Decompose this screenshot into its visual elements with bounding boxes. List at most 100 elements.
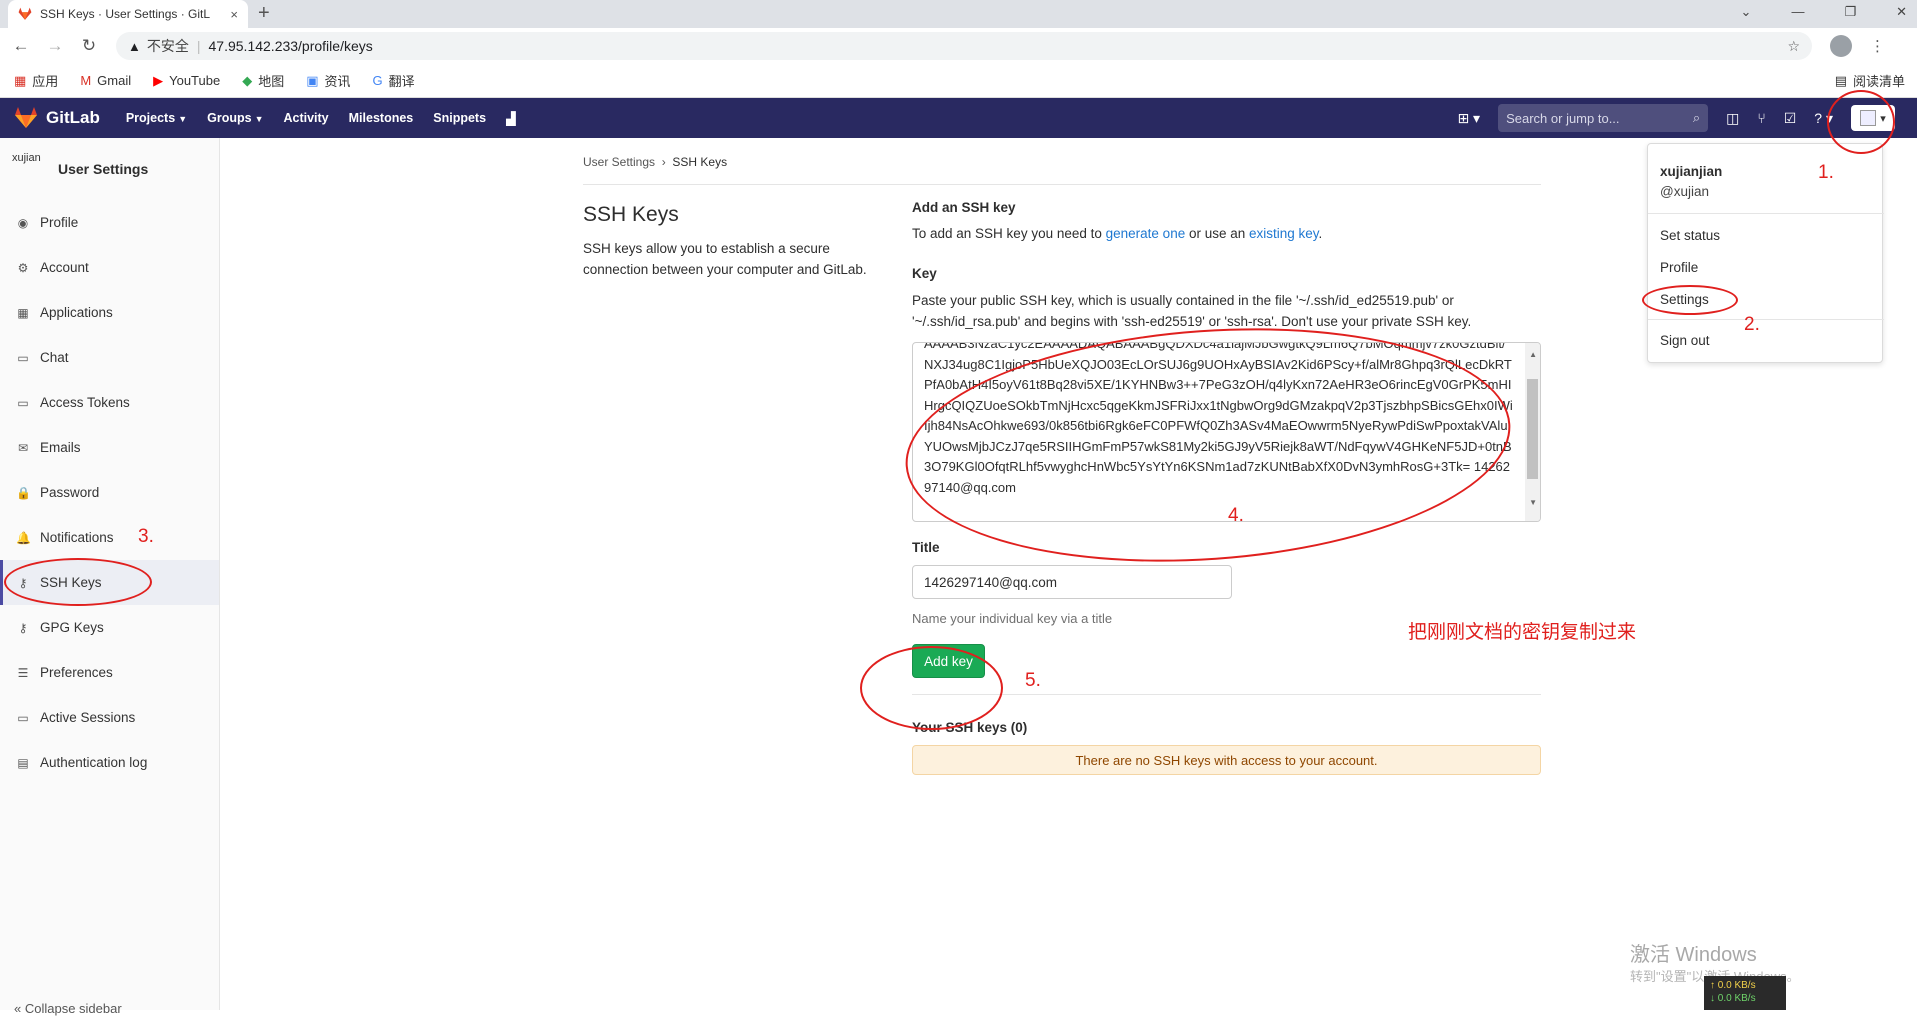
browser-menu-icon[interactable]: ⋮ xyxy=(1870,37,1885,55)
annotation-label-5: 5. xyxy=(1025,670,1041,691)
bookmark-item[interactable]: ▶ YouTube xyxy=(153,73,220,89)
title-input[interactable]: 1426297140@qq.com xyxy=(912,565,1232,599)
chevron-down-icon: ▼ xyxy=(178,113,188,124)
warning-icon[interactable]: ▲ xyxy=(128,39,141,54)
sidebar-item-applications[interactable]: ▦ Applications xyxy=(0,290,219,335)
bookmark-label: 资讯 xyxy=(324,74,351,89)
nav-groups[interactable]: Groups ▼ xyxy=(207,111,263,126)
search-input[interactable]: Search or jump to... ⌕ xyxy=(1498,104,1709,132)
minimize-icon[interactable]: — xyxy=(1791,4,1804,20)
generate-one-link[interactable]: generate one xyxy=(1106,226,1186,241)
annotation-label-1: 1. xyxy=(1818,162,1834,183)
bookmark-item[interactable]: ▣ 资讯 xyxy=(306,71,350,90)
issues-icon[interactable]: ◫ xyxy=(1726,110,1739,127)
brand-name: GitLab xyxy=(46,108,100,127)
sidebar-item-label: Chat xyxy=(40,350,69,365)
account-icon: ⚙ xyxy=(17,260,29,275)
scroll-down-icon[interactable]: ▼ xyxy=(1529,493,1537,514)
email-icon: ✉ xyxy=(17,440,29,455)
divider xyxy=(1648,319,1884,320)
reading-list-icon: ▤ xyxy=(1834,72,1847,88)
sidebar-header[interactable]: xujian User Settings xyxy=(0,138,219,200)
bookmark-star-icon[interactable]: ☆ xyxy=(1787,38,1800,55)
sidebar-item-authentication-log[interactable]: ▤ Authentication log xyxy=(0,740,219,785)
profile-avatar-icon[interactable] xyxy=(1830,35,1852,57)
scroll-up-icon[interactable]: ▲ xyxy=(1529,345,1537,366)
monitor-icon: ▭ xyxy=(17,710,29,725)
sidebar-item-gpg-keys[interactable]: ⚷ GPG Keys xyxy=(0,605,219,650)
gitlab-fox-icon xyxy=(15,107,37,128)
bookmark-item[interactable]: M Gmail xyxy=(80,73,131,88)
tab-close-icon[interactable]: × xyxy=(230,7,238,22)
sidebar-item-label: Applications xyxy=(40,305,113,320)
bell-icon: 🔔 xyxy=(16,530,31,545)
page-description: SSH keys allow you to establish a secure… xyxy=(583,241,867,277)
bookmark-label: YouTube xyxy=(169,73,221,88)
sidebar-item-password[interactable]: 🔒 Password xyxy=(0,470,219,515)
youtube-icon: ▶ xyxy=(153,72,164,88)
sidebar-item-account[interactable]: ⚙ Account xyxy=(0,245,219,290)
reading-list[interactable]: ▤ 阅读清单 xyxy=(1835,71,1905,90)
bookmark-item[interactable]: ▦ 应用 xyxy=(14,71,58,90)
scrollbar-thumb[interactable] xyxy=(1527,379,1538,479)
user-dropdown: xujianjian @xujian Set status Profile Se… xyxy=(1647,143,1884,363)
breadcrumb-parent[interactable]: User Settings xyxy=(583,155,655,169)
browser-tabstrip: SSH Keys · User Settings · GitL × + ⌄ — … xyxy=(0,0,1917,28)
sidebar-item-label: Account xyxy=(40,260,89,275)
nav-activity[interactable]: Activity xyxy=(283,111,328,126)
bookmark-item[interactable]: ◆ 地图 xyxy=(242,71,284,90)
nav-projects[interactable]: Projects ▼ xyxy=(126,111,187,126)
bookmark-label: 翻译 xyxy=(388,74,415,89)
map-icon: ◆ xyxy=(242,72,253,88)
chart-icon[interactable]: ▟ xyxy=(506,111,516,126)
sidebar-item-label: Profile xyxy=(40,215,79,230)
gitlab-logo[interactable]: GitLab xyxy=(14,107,100,129)
omnibox-separator: | xyxy=(196,38,201,54)
omnibox[interactable]: ▲ 不安全 | 47.95.142.233/profile/keys ☆ xyxy=(116,32,1812,60)
browser-tab[interactable]: SSH Keys · User Settings · GitL × xyxy=(8,0,248,28)
sidebar-item-active-sessions[interactable]: ▭ Active Sessions xyxy=(0,695,219,740)
sidebar-item-chat[interactable]: ▭ Chat xyxy=(0,335,219,380)
forward-icon[interactable]: → xyxy=(42,36,68,56)
sidebar-item-notifications[interactable]: 🔔 Notifications xyxy=(0,515,219,560)
apps-grid-icon: ▦ xyxy=(14,72,27,88)
key-icon: ⚷ xyxy=(18,620,28,635)
sidebar-title: User Settings xyxy=(58,161,149,177)
translate-icon: G xyxy=(372,73,383,88)
new-tab-button[interactable]: + xyxy=(258,2,270,25)
back-icon[interactable]: ← xyxy=(8,36,34,56)
intro-post: . xyxy=(1318,226,1323,241)
annotation-ellipse-3 xyxy=(4,558,152,606)
title-input-value: 1426297140@qq.com xyxy=(924,574,1058,590)
key-hint: Paste your public SSH key, which is usua… xyxy=(912,293,1472,329)
divider xyxy=(1648,213,1884,214)
url-text[interactable]: 47.95.142.233/profile/keys xyxy=(209,38,373,54)
menu-item-sign-out[interactable]: Sign out xyxy=(1660,333,1710,348)
sidebar-item-preferences[interactable]: ☰ Preferences xyxy=(0,650,219,695)
log-icon: ▤ xyxy=(17,755,29,770)
tab-search-icon[interactable]: ⌄ xyxy=(1741,4,1752,20)
intro-mid: or use an xyxy=(1185,226,1250,241)
menu-item-set-status[interactable]: Set status xyxy=(1660,228,1720,243)
intro-pre: To add an SSH key you need to xyxy=(912,226,1106,241)
new-plus-icon[interactable]: ⊞ ▾ xyxy=(1457,110,1480,127)
nav-snippets[interactable]: Snippets xyxy=(433,111,486,126)
bookmark-item[interactable]: G 翻译 xyxy=(373,71,415,90)
reload-icon[interactable]: ↻ xyxy=(76,36,102,56)
existing-key-link[interactable]: existing key xyxy=(1249,226,1319,241)
sidebar-item-access-tokens[interactable]: ▭ Access Tokens xyxy=(0,380,219,425)
activation-watermark: 激活 Windows xyxy=(1630,944,1757,966)
breadcrumb-separator: › xyxy=(658,155,670,169)
dropdown-username[interactable]: xujianjian xyxy=(1660,164,1722,179)
todo-icon[interactable]: ☑ xyxy=(1784,110,1797,127)
merge-request-icon[interactable]: ⑂ xyxy=(1757,110,1765,126)
restore-icon[interactable]: ❐ xyxy=(1844,4,1856,20)
sidebar-item-emails[interactable]: ✉ Emails xyxy=(0,425,219,470)
nav-milestones[interactable]: Milestones xyxy=(349,111,414,126)
collapse-sidebar-button[interactable]: « Collapse sidebar xyxy=(14,1001,122,1016)
sidebar-item-profile[interactable]: ◉ Profile xyxy=(0,200,219,245)
page-title: SSH Keys xyxy=(583,203,679,226)
sidebar-item-label: GPG Keys xyxy=(40,620,104,635)
close-window-icon[interactable]: ✕ xyxy=(1896,4,1907,20)
menu-item-profile[interactable]: Profile xyxy=(1660,260,1698,275)
